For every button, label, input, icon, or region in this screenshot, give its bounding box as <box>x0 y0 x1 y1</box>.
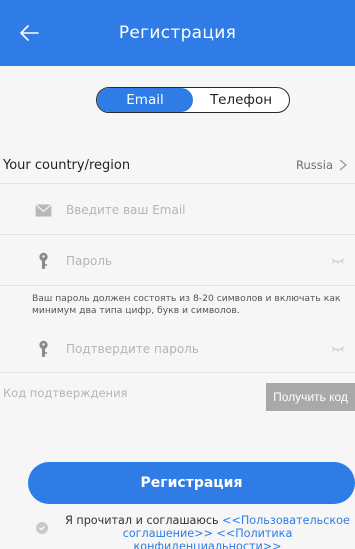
email-field[interactable]: Введите ваш Email <box>0 200 355 220</box>
eye-closed-icon[interactable] <box>331 257 345 265</box>
password-field[interactable]: Пароль <box>0 250 355 272</box>
tab-phone[interactable]: Телефон <box>193 88 289 112</box>
key-icon <box>34 252 52 270</box>
eye-closed-icon[interactable] <box>331 345 345 353</box>
verification-code-input[interactable]: Код подтверждения <box>3 386 127 400</box>
arrow-left-icon <box>20 25 39 41</box>
envelope-icon <box>34 201 52 219</box>
divider <box>0 372 355 373</box>
key-icon <box>34 340 52 358</box>
register-button[interactable]: Регистрация <box>28 462 355 504</box>
email-placeholder: Введите ваш Email <box>66 203 186 217</box>
agreement-checkbox[interactable] <box>36 522 48 534</box>
page-title: Регистрация <box>118 23 237 43</box>
country-selector[interactable]: Russia <box>296 153 347 177</box>
registration-method-toggle: Email Телефон <box>96 87 290 113</box>
agreement-text: Я прочитал и соглашаюсь <<Пользовательск… <box>60 514 355 549</box>
header-bar: Регистрация <box>0 0 355 66</box>
tab-email[interactable]: Email <box>97 88 193 112</box>
agreement-block: Я прочитал и соглашаюсь <<Пользовательск… <box>36 514 355 549</box>
confirm-password-placeholder: Подтвердите пароль <box>66 342 199 356</box>
chevron-right-icon <box>339 159 347 171</box>
back-button[interactable] <box>18 22 40 44</box>
divider <box>0 183 355 184</box>
check-icon <box>39 525 45 531</box>
password-hint: Ваш пароль должен состоять из 8-20 симво… <box>32 293 341 316</box>
password-placeholder: Пароль <box>66 254 113 268</box>
confirm-password-field[interactable]: Подтвердите пароль <box>0 338 355 360</box>
country-value: Russia <box>296 158 333 172</box>
divider <box>0 285 355 286</box>
agreement-prefix: Я прочитал и соглашаюсь <box>65 514 219 527</box>
get-code-button[interactable]: Получить код <box>266 383 355 411</box>
divider <box>0 234 355 235</box>
